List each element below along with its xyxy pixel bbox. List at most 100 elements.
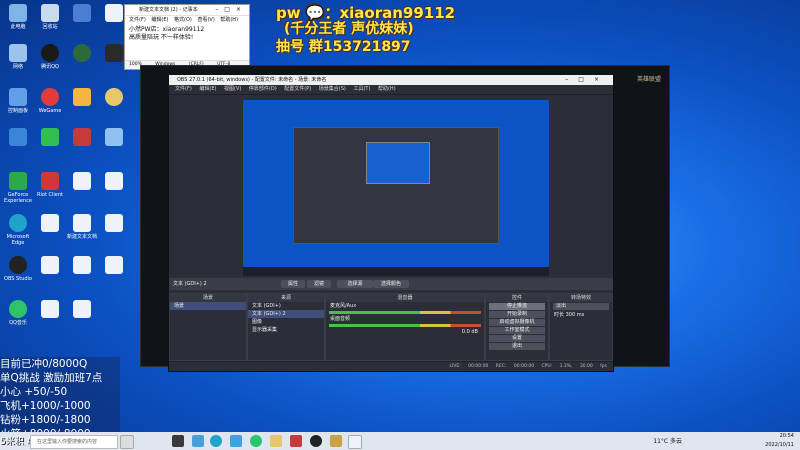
notepad-titlebar[interactable]: 新建文本文档 (2) - 记事本 –□× [125,5,249,16]
obs-titlebar[interactable]: OBS 27.0.1 (64-bit, windows) - 配置文件: 未命名… [169,75,613,85]
transitions-header: 转场特效 [550,294,612,302]
desktop-icon-wegame[interactable]: WeGame [34,88,66,114]
virtual-camera-button[interactable]: 启动虚拟摄像机 [489,319,545,326]
game-client-taskbar-icon[interactable] [330,435,342,447]
obs-taskbar-icon[interactable] [310,435,322,447]
app-icon[interactable] [98,128,130,148]
obs-title: OBS 27.0.1 (64-bit, windows) - 配置文件: 未命名… [177,77,327,83]
goal-line: 小心 +50/-50 [0,386,68,398]
controls-header: 控件 [486,294,548,302]
text-file-icon[interactable] [34,256,66,276]
system-clock[interactable]: 20:54 2022/10/11 [765,432,794,450]
text-file-icon[interactable] [66,256,98,276]
app-icon[interactable] [66,128,98,148]
duration-label: 时长 [554,312,565,318]
goal-line: 目前已冲0/8000Q [0,358,88,370]
text-file-icon[interactable] [98,172,130,192]
file-explorer-icon[interactable] [192,435,204,447]
obs-statusbar: LIVE: 00:00:00 REC: 00:00:00 CPU: 1.3%, … [169,361,613,371]
app-icon[interactable] [66,44,98,64]
text-file-icon[interactable] [34,300,66,320]
mixer-header: 混音器 [326,294,484,302]
duration-value[interactable]: 300 ms [566,312,585,318]
app-icon[interactable] [98,88,130,108]
notepad-text-area[interactable]: 小然PW店：xiaoran99112 高质量陪玩 不一样体验! [125,24,249,60]
studio-mode-button[interactable]: 工作室模式 [489,327,545,334]
properties-button[interactable]: 属性 [281,280,305,288]
notepad-line: 小然PW店：xiaoran99112 [129,26,205,33]
window-controls-icon[interactable]: –□× [215,5,247,15]
desktop-icon-geforce[interactable]: GeForce Experience [2,172,34,204]
task-view-icon[interactable] [172,435,184,447]
window-preview-icon[interactable] [120,435,134,449]
mixer-db-value: 0.0 dB [461,329,478,335]
desktop-icon-control-panel[interactable]: 控制面板 [2,88,34,114]
select-color-button[interactable]: 选择颜色 [373,280,409,288]
settings-button[interactable]: 设置 [489,335,545,342]
start-recording-button[interactable]: 开始录制 [489,311,545,318]
app-icon[interactable] [66,4,98,24]
source-item[interactable]: 显示器采集 [248,326,324,334]
volume-meter[interactable] [329,324,481,327]
desktop-icon-qq[interactable]: 腾讯QQ [34,44,66,70]
text-file-icon[interactable] [98,256,130,276]
app-icon[interactable] [2,128,34,148]
preview-taskbar [243,267,549,276]
scenes-header: 场景 [170,294,246,302]
clock-time: 20:54 [779,433,794,439]
preview-nested-obs [293,127,499,244]
obs-preview[interactable] [243,100,549,276]
desktop-icon-text-file[interactable]: 新建文本文档 [66,214,98,240]
app-icon[interactable] [66,88,98,108]
desktop-icon-this-pc[interactable]: 此电脑 [2,4,34,30]
notepad-title: 新建文本文档 (2) - 记事本 [139,7,198,13]
scenes-dock: 场景 场景 [169,293,247,361]
text-file-icon[interactable] [66,172,98,192]
desktop-icon-obs[interactable]: OBS Studio [2,256,34,282]
audio-mixer-dock: 混音器 麦克风/Aux 桌面音频 0.0 dB [325,293,485,361]
notepad-menu[interactable]: 文件(F) 编辑(E) 格式(O) 查看(V) 帮助(H) [125,16,249,24]
desktop-icon-qq-music[interactable]: QQ音乐 [2,300,34,326]
goal-line: 飞机+1000/-1000 [0,400,91,412]
mixer-track-label: 桌面音频 [330,316,351,322]
store-icon[interactable] [230,435,242,447]
app-icon[interactable] [34,128,66,148]
text-file-icon[interactable] [34,214,66,234]
obs-menu-bar[interactable]: 文件(F) 编辑(E) 视图(V) 停靠部件(D) 配置文件(P) 场景集合(S… [169,85,613,95]
source-item[interactable]: 文本 (GDI+) [248,302,324,310]
scene-item[interactable]: 场景 [170,302,246,310]
taskbar: 5米积 单Q 在这里输入你要搜索的内容 11°C 多云 20:54 2022/1… [0,432,800,450]
notepad-line: 高质量陪玩 不一样体验! [129,34,194,41]
window-controls-icon[interactable]: –□× [565,75,609,85]
goal-line: 单Q挑战 激励加班7点 [0,372,103,384]
exit-button[interactable]: 退出 [489,343,545,350]
stream-goals-overlay: 目前已冲0/8000Q 单Q挑战 激励加班7点 小心 +50/-50 飞机+10… [0,357,120,440]
sources-dock: 来源 文本 (GDI+) 文本 (GDI+) 2 图像 显示器采集 [247,293,325,361]
desktop-icon-riot[interactable]: Riot Client [34,172,66,198]
stop-streaming-button[interactable]: 停止推流 [489,303,545,310]
notepad-taskbar-icon[interactable] [348,435,362,449]
source-item[interactable]: 文本 (GDI+) 2 [248,310,324,318]
app-icon[interactable] [270,435,282,447]
controls-dock: 控件 停止推流 开始录制 启动虚拟摄像机 工作室模式 设置 退出 [485,293,549,361]
text-file-icon[interactable] [66,300,98,320]
source-toolbar: 文本 (GDI+) 2 属性 滤镜 选择源 选择颜色 [169,278,613,290]
transition-select[interactable]: 淡出 [553,303,609,310]
qq-music-icon[interactable] [250,435,262,447]
sources-header: 来源 [248,294,324,302]
text-file-icon[interactable] [98,214,130,234]
weather-widget[interactable]: 11°C 多云 [653,436,682,445]
desktop-icon-edge[interactable]: Microsoft Edge [2,214,34,246]
notepad-window[interactable]: 新建文本文档 (2) - 记事本 –□× 文件(F) 编辑(E) 格式(O) 查看… [124,4,250,70]
app-icon[interactable] [290,435,302,447]
edge-icon[interactable] [210,435,222,447]
taskbar-search[interactable]: 在这里输入你要搜索的内容 [30,435,118,449]
desktop-icon-network[interactable]: 网络 [2,44,34,70]
filters-button[interactable]: 滤镜 [307,280,331,288]
preview-nested-desktop [366,142,430,184]
obs-window[interactable]: OBS 27.0.1 (64-bit, windows) - 配置文件: 未命名… [168,74,614,372]
source-item[interactable]: 图像 [248,318,324,326]
desktop-icon-recycle-bin[interactable]: 回收站 [34,4,66,30]
volume-meter[interactable] [329,311,481,314]
select-source-button[interactable]: 选择源 [337,280,373,288]
